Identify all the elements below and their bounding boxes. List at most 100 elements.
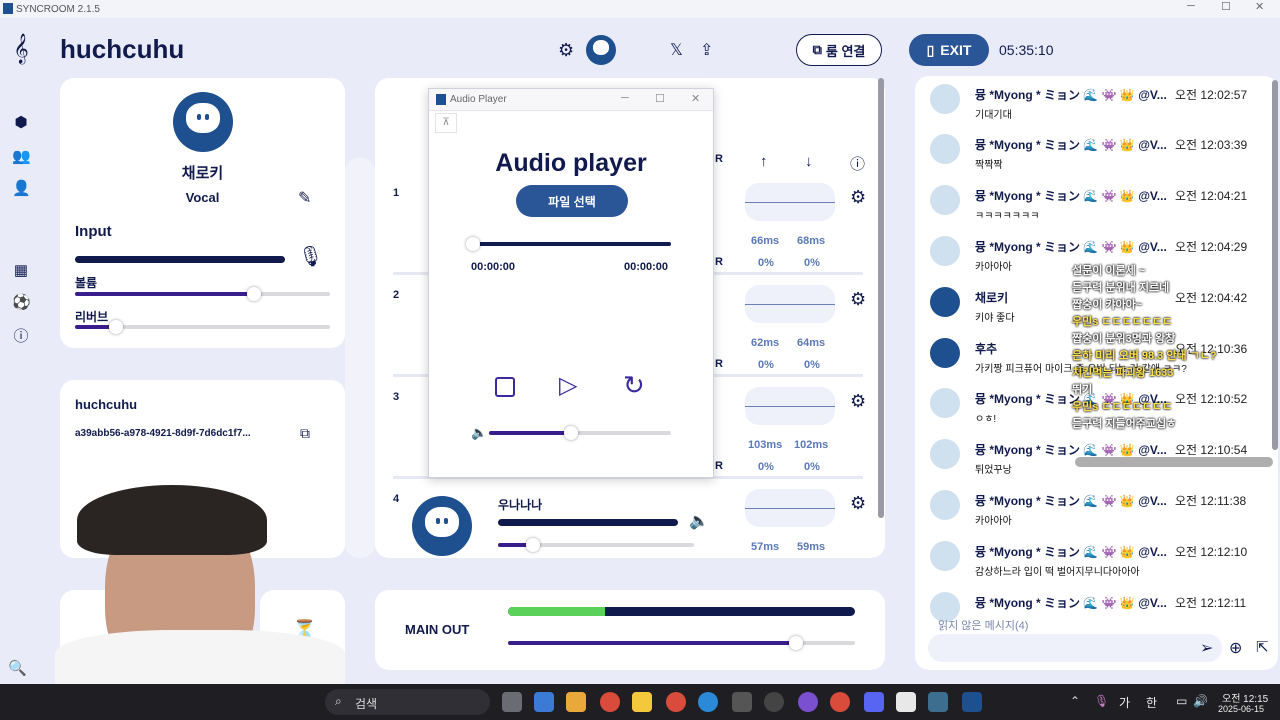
- elapsed-time: 05:35:10: [999, 42, 1054, 58]
- zoom-icon[interactable]: 🔍: [8, 660, 27, 678]
- cube-icon[interactable]: ⬢: [12, 114, 30, 132]
- share-icon[interactable]: ⇪: [700, 40, 713, 60]
- help-icon[interactable]: ⓘ: [12, 328, 30, 346]
- chrome-icon[interactable]: [666, 692, 686, 712]
- overlay-chat-line: 우민s ㄷㄷㄷㄷㄷㄷㄷ: [1072, 401, 1173, 413]
- maximize-button[interactable]: ☐: [1221, 0, 1231, 13]
- audio-player-window-title: Audio Player: [450, 94, 507, 105]
- ap-close-button[interactable]: ✕: [691, 92, 700, 105]
- ime-mode[interactable]: 한: [1146, 694, 1157, 711]
- ping-b: 102ms: [794, 439, 829, 451]
- webcam-hair: [77, 485, 267, 555]
- taskbar-search[interactable]: ⌕ 검색: [325, 689, 490, 715]
- volume-slider-knob[interactable]: [246, 287, 261, 301]
- ap-minimize-button[interactable]: ─: [621, 92, 629, 104]
- latency-graph: [745, 489, 835, 527]
- chat-message: 뮹 *Myong * ミョン 🌊 👾 👑 @V... 오전 12:11:38 카…: [930, 486, 1270, 536]
- network-icon[interactable]: ▭: [1176, 694, 1187, 708]
- chrome-icon[interactable]: [830, 692, 850, 712]
- seek-bar[interactable]: [466, 237, 671, 251]
- volume-slider[interactable]: [75, 287, 330, 301]
- settings-gear-icon[interactable]: ⚙: [558, 40, 574, 61]
- play-button[interactable]: ▷: [559, 373, 577, 399]
- chat-text: 기대기대: [975, 110, 1012, 121]
- member-volume-knob[interactable]: [526, 538, 541, 552]
- stop-button[interactable]: [495, 377, 515, 397]
- close-button[interactable]: ✕: [1255, 0, 1264, 13]
- minimize-button[interactable]: ─: [1187, 0, 1195, 12]
- edge-icon[interactable]: [698, 692, 718, 712]
- x-social-icon[interactable]: 𝕏: [670, 40, 683, 60]
- reverb-slider-knob[interactable]: [108, 320, 123, 334]
- kakao-icon[interactable]: [896, 692, 916, 712]
- avatar[interactable]: [586, 35, 616, 65]
- ap-volume-slider[interactable]: [489, 426, 671, 440]
- app-icon[interactable]: [928, 692, 948, 712]
- ap-maximize-button[interactable]: ☐: [655, 92, 665, 105]
- loss-a: 0%: [758, 257, 774, 269]
- clock-date[interactable]: 2025-06-15: [1218, 704, 1264, 714]
- arrow-up-icon[interactable]: ↑: [760, 153, 768, 170]
- repeat-button[interactable]: ↻: [623, 371, 645, 399]
- member-letter-r: R: [715, 256, 723, 268]
- member-settings-gear-icon[interactable]: ⚙: [850, 187, 866, 208]
- reverb-slider[interactable]: [75, 320, 330, 334]
- help-circle-icon[interactable]: ⓘ: [850, 153, 865, 174]
- chat-author: 뮹 *Myong * ミョン 🌊 👾 👑 @V...: [975, 494, 1167, 508]
- chrome-icon[interactable]: [600, 692, 620, 712]
- seek-knob[interactable]: [466, 237, 480, 251]
- task-view-icon[interactable]: [502, 692, 522, 712]
- calculator-icon[interactable]: [732, 692, 752, 712]
- main-out-label: MAIN OUT: [405, 622, 470, 637]
- send-icon[interactable]: ➢: [1200, 638, 1213, 658]
- select-file-button[interactable]: 파일 선택: [516, 185, 628, 217]
- soccer-ball-icon[interactable]: ⚽: [12, 294, 31, 312]
- taskbar: ⌕ 검색 ⌃ 🎙 가 한 ▭ 🔊 오전 12:15 2025-06-15: [0, 684, 1280, 720]
- add-icon[interactable]: ⊕: [1229, 638, 1242, 658]
- speaker-icon[interactable]: 🔈: [689, 511, 709, 531]
- tray-mic-icon[interactable]: 🎙: [1094, 694, 1109, 708]
- microphone-icon[interactable]: 🎙: [298, 244, 323, 269]
- member-settings-gear-icon[interactable]: ⚙: [850, 493, 866, 514]
- members-scrollbar[interactable]: [878, 78, 884, 518]
- syncroom-taskbar-icon[interactable]: [962, 692, 982, 712]
- chat-input[interactable]: [928, 634, 1222, 662]
- room-connect-button[interactable]: ⧉ 룸 연결: [796, 34, 882, 66]
- pin-icon[interactable]: ⊼: [435, 113, 457, 133]
- obs-icon[interactable]: [798, 692, 818, 712]
- calendar-icon[interactable]: ▦: [12, 262, 30, 280]
- arrow-down-icon[interactable]: ↓: [805, 153, 813, 170]
- discord-icon[interactable]: [864, 692, 884, 712]
- members-scroll-gutter: [345, 158, 375, 558]
- ap-volume-knob[interactable]: [563, 426, 578, 440]
- store-icon[interactable]: [534, 692, 554, 712]
- capture-icon[interactable]: [764, 692, 784, 712]
- member-settings-gear-icon[interactable]: ⚙: [850, 391, 866, 412]
- member-volume-slider[interactable]: [498, 538, 694, 552]
- edit-pencil-icon[interactable]: ✎: [298, 188, 311, 208]
- unread-messages-label[interactable]: 읽지 않은 메시지(4): [938, 617, 1028, 633]
- member-settings-gear-icon[interactable]: ⚙: [850, 289, 866, 310]
- tray-chevron-icon[interactable]: ⌃: [1070, 694, 1080, 708]
- main-out-volume-slider[interactable]: [508, 636, 855, 650]
- overlay-chat-line: 우민s ㄷㄷㄷㄷㄷㄷㄷ: [1072, 316, 1173, 328]
- clock-time[interactable]: 오전 12:15: [1222, 690, 1268, 705]
- users-icon[interactable]: 👥: [12, 148, 31, 166]
- ime-label[interactable]: 가: [1119, 694, 1130, 711]
- ap-speaker-icon[interactable]: 🔈: [471, 425, 487, 441]
- copy-icon[interactable]: ⧉: [300, 425, 310, 442]
- chat-author: 뮹 *Myong * ミョン 🌊 👾 👑 @V...: [975, 596, 1167, 610]
- member-name: 우나나나: [498, 498, 543, 512]
- chat-text: 감상하느라 입이 떡 벌어지무니다아아아: [975, 567, 1140, 578]
- chat-scrollbar[interactable]: [1272, 80, 1278, 450]
- copilot-icon[interactable]: [566, 692, 586, 712]
- main-out-volume-knob[interactable]: [789, 636, 803, 650]
- volume-icon[interactable]: 🔊: [1193, 694, 1208, 708]
- file-explorer-icon[interactable]: [632, 692, 652, 712]
- chat-time: 오전 12:04:29: [1175, 240, 1248, 254]
- popout-icon[interactable]: ⇱: [1256, 638, 1269, 656]
- exit-button[interactable]: ▯ EXIT: [909, 34, 989, 66]
- input-label: Input: [75, 223, 112, 240]
- syncroom-logo-icon: 𝄞: [13, 33, 29, 63]
- user-icon[interactable]: 👤: [12, 180, 31, 198]
